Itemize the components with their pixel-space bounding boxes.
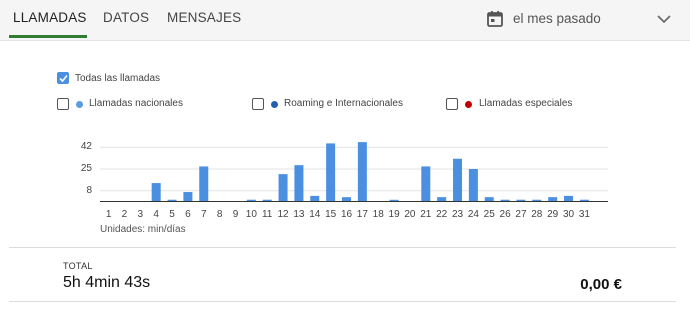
all-calls-label: Todas las llamadas (75, 73, 161, 84)
bar-day-23[interactable] (453, 158, 463, 201)
x-tick-label: 29 (547, 209, 559, 220)
tab-datos[interactable]: DATOS (103, 0, 149, 40)
x-tick-label: 25 (483, 209, 495, 220)
x-tick-label: 1 (105, 209, 112, 220)
bar-day-13[interactable] (294, 165, 304, 201)
bar-day-16[interactable] (342, 197, 351, 201)
total-price: 0,00 € (580, 276, 622, 293)
bar-day-11[interactable] (262, 199, 272, 201)
total-duration: 5h 4min 43s (63, 274, 151, 291)
bar-day-24[interactable] (468, 169, 478, 201)
x-tick-label: 21 (420, 209, 432, 220)
bar-day-27[interactable] (516, 199, 526, 201)
tab-bar: LLAMADAS DATOS MENSAJES el mes pasado (0, 0, 690, 41)
x-tick-label: 5 (169, 209, 175, 220)
x-tick-label: 12 (277, 209, 289, 220)
x-tick-label: 19 (388, 209, 400, 220)
x-tick-label: 18 (372, 209, 384, 220)
tab-mensajes[interactable]: MENSAJES (167, 0, 241, 40)
total-label: TOTAL (63, 261, 93, 271)
x-tick-label: 10 (245, 209, 257, 220)
bar-day-12[interactable] (278, 174, 288, 201)
x-tick-label: 26 (499, 209, 511, 220)
national-calls-label: Llamadas nacionales (89, 98, 183, 109)
bar-day-21[interactable] (421, 166, 431, 201)
calendar-icon (486, 10, 504, 33)
bar-day-31[interactable] (579, 199, 589, 201)
bar-day-4[interactable] (151, 183, 161, 201)
x-tick-label: 2 (121, 209, 128, 220)
x-tick-label: 16 (340, 209, 353, 220)
bar-day-17[interactable] (357, 142, 367, 201)
bar-day-6[interactable] (183, 192, 193, 201)
bar-day-22[interactable] (437, 197, 447, 201)
x-tick-label: 4 (153, 209, 159, 220)
x-tick-label: 30 (562, 209, 575, 220)
x-tick-label: 17 (356, 209, 368, 220)
y-tick-label: 42 (80, 141, 92, 153)
bar-day-19[interactable] (389, 199, 399, 201)
x-tick-label: 7 (200, 209, 207, 220)
bar-day-25[interactable] (484, 197, 494, 201)
bar-day-15[interactable] (326, 143, 336, 201)
roaming-calls-dot (271, 101, 278, 108)
y-tick-label: 25 (80, 163, 92, 174)
bar-day-28[interactable] (532, 199, 542, 201)
divider-top (9, 247, 676, 248)
x-tick-label: 11 (261, 209, 273, 220)
x-tick-label: 13 (293, 209, 305, 220)
bar-day-26[interactable] (500, 199, 510, 201)
chevron-down-icon (656, 12, 672, 30)
special-calls-dot (465, 101, 472, 108)
all-calls-checkbox[interactable] (57, 72, 69, 84)
x-tick-label: 9 (232, 209, 239, 220)
x-tick-label: 31 (578, 209, 590, 220)
bar-day-29[interactable] (548, 197, 558, 201)
tab-llamadas[interactable]: LLAMADAS (13, 0, 87, 40)
special-calls-label: Llamadas especiales (479, 98, 573, 109)
x-tick-label: 8 (216, 209, 223, 220)
bar-day-30[interactable] (564, 195, 574, 201)
special-calls-checkbox[interactable] (446, 98, 458, 110)
divider-bottom (9, 301, 676, 302)
active-tab-indicator (9, 35, 87, 38)
x-tick-label: 20 (404, 209, 416, 220)
period-label: el mes pasado (513, 11, 601, 26)
national-calls-dot (76, 101, 83, 108)
x-tick-label: 15 (325, 209, 337, 220)
roaming-calls-label: Roaming e Internacionales (284, 98, 403, 109)
usage-bar-chart (100, 142, 608, 202)
roaming-calls-checkbox[interactable] (252, 98, 264, 110)
bar-day-5[interactable] (167, 199, 177, 201)
x-tick-label: 27 (515, 209, 527, 220)
x-tick-label: 23 (451, 209, 464, 220)
x-tick-label: 14 (309, 209, 321, 220)
x-tick-label: 6 (185, 209, 191, 220)
x-tick-label: 22 (436, 209, 448, 220)
y-tick-label: 8 (86, 184, 92, 196)
x-tick-label: 24 (467, 209, 479, 220)
national-calls-checkbox[interactable] (57, 98, 69, 110)
x-tick-label: 3 (137, 209, 144, 220)
x-tick-label: 28 (531, 209, 543, 220)
bar-day-14[interactable] (310, 195, 320, 201)
units-label: Unidades: min/días (100, 224, 186, 235)
period-selector[interactable]: el mes pasado (486, 8, 676, 32)
bar-day-7[interactable] (199, 166, 209, 201)
bar-day-10[interactable] (246, 199, 256, 201)
